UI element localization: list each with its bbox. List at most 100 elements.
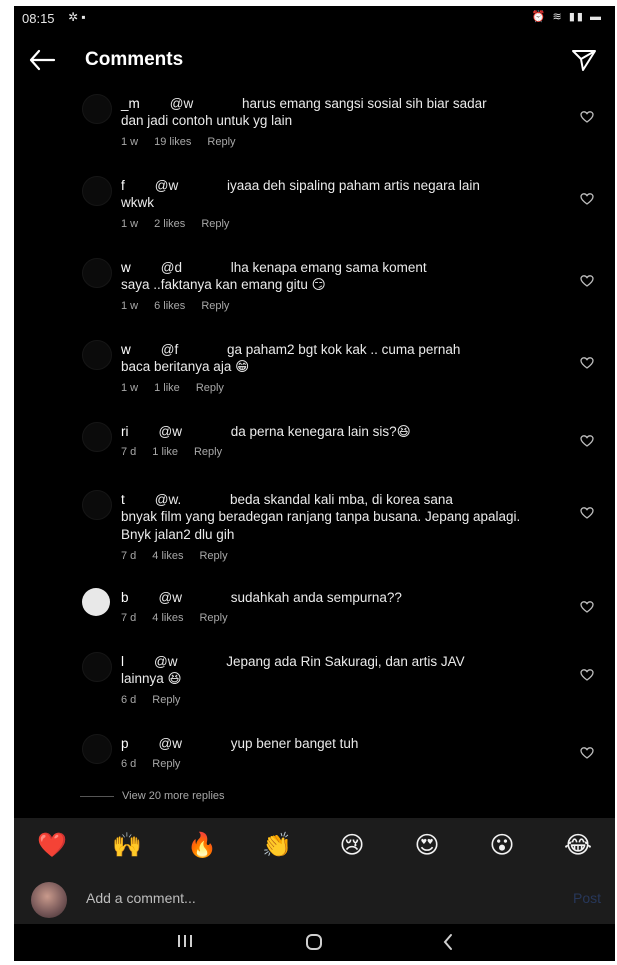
avatar[interactable] bbox=[82, 340, 112, 370]
comment-mention[interactable]: @f bbox=[161, 342, 178, 357]
comment-text: ri @w da perna kenegara lain sis?😆 bbox=[121, 423, 566, 440]
comment-username[interactable]: ri bbox=[121, 424, 129, 439]
avatar[interactable] bbox=[82, 490, 112, 520]
avatar[interactable] bbox=[82, 652, 112, 682]
back-arrow-icon[interactable] bbox=[28, 48, 56, 72]
comment-body: yup bener banget tuh bbox=[230, 736, 359, 751]
comment-mention[interactable]: @w. bbox=[155, 492, 181, 507]
reply-button[interactable]: Reply bbox=[152, 694, 180, 706]
comment-likes[interactable]: 4 likes bbox=[152, 612, 183, 624]
comment-likes[interactable]: 19 likes bbox=[154, 136, 191, 148]
like-heart-icon[interactable] bbox=[580, 668, 594, 682]
reply-button[interactable]: Reply bbox=[199, 550, 227, 562]
comment-meta: 1 w 1 like Reply bbox=[121, 382, 240, 394]
comment-input[interactable]: Add a comment... bbox=[86, 890, 196, 906]
avatar[interactable] bbox=[82, 588, 110, 616]
comment-body: Jepang ada Rin Sakuragi, dan artis JAV bbox=[226, 654, 465, 669]
comment-time: 7 d bbox=[121, 550, 137, 562]
comment-likes[interactable]: 1 like bbox=[154, 382, 180, 394]
comment-likes[interactable]: 2 likes bbox=[154, 218, 185, 230]
avatar[interactable] bbox=[82, 94, 112, 124]
comment-mention[interactable]: @d bbox=[161, 260, 182, 275]
avatar[interactable] bbox=[82, 258, 112, 288]
comment-username[interactable]: w bbox=[121, 260, 131, 275]
like-heart-icon[interactable] bbox=[580, 746, 594, 760]
comment-text: _m @w harus emang sangsi sosial sih biar… bbox=[121, 95, 566, 112]
comment-text: p @w yup bener banget tuh bbox=[121, 735, 566, 752]
reply-button[interactable]: Reply bbox=[201, 218, 229, 230]
reaction-emoji[interactable]: 😍 bbox=[409, 832, 445, 860]
comment-likes[interactable]: 4 likes bbox=[152, 550, 183, 562]
comment-mention[interactable]: @w bbox=[159, 590, 182, 605]
like-heart-icon[interactable] bbox=[580, 274, 594, 288]
comment-meta: 1 w 19 likes Reply bbox=[121, 136, 252, 148]
phone-screen: 08:15 ✲ ▪ ⏰ ≋ ▮▮ ▬ Comments _m @w harus … bbox=[14, 6, 615, 961]
like-heart-icon[interactable] bbox=[580, 192, 594, 206]
comment-meta: 1 w 2 likes Reply bbox=[121, 218, 245, 230]
comment-meta: 7 d 4 likes Reply bbox=[121, 550, 244, 562]
comment-meta: 7 d 4 likes Reply bbox=[121, 612, 244, 624]
reaction-emoji[interactable]: 😮 bbox=[484, 832, 520, 860]
comment-username[interactable]: b bbox=[121, 590, 129, 605]
notification-icons: ✲ ▪ bbox=[68, 10, 86, 24]
comment-username[interactable]: _m bbox=[121, 96, 140, 111]
comment-username[interactable]: w bbox=[121, 342, 131, 357]
reaction-emoji[interactable]: ❤️ bbox=[34, 832, 70, 860]
comment-time: 1 w bbox=[121, 300, 139, 312]
comment-likes[interactable]: 1 like bbox=[152, 446, 178, 458]
like-heart-icon[interactable] bbox=[580, 356, 594, 370]
comment-body-continued: lainnya 😆 bbox=[121, 671, 182, 686]
reaction-emoji[interactable]: 😂 bbox=[560, 832, 596, 860]
comment-time: 6 d bbox=[121, 694, 137, 706]
comment-body-continued: dan jadi contoh untuk yg lain bbox=[121, 113, 293, 128]
comment-meta: 6 d Reply bbox=[121, 694, 196, 706]
avatar[interactable] bbox=[82, 734, 112, 764]
reaction-emoji[interactable]: 🙌 bbox=[109, 832, 145, 860]
comment-mention[interactable]: @w bbox=[159, 736, 182, 751]
reply-button[interactable]: Reply bbox=[196, 382, 224, 394]
comment-text: f @w iyaaa deh sipaling paham artis nega… bbox=[121, 177, 566, 194]
comment-meta: 7 d 1 like Reply bbox=[121, 446, 238, 458]
comment-time: 6 d bbox=[121, 758, 137, 770]
avatar[interactable] bbox=[82, 176, 112, 206]
comment-time: 7 d bbox=[121, 446, 137, 458]
comment-text: l @w Jepang ada Rin Sakuragi, dan artis … bbox=[121, 653, 566, 670]
like-heart-icon[interactable] bbox=[580, 600, 594, 614]
comment-mention[interactable]: @w bbox=[155, 178, 178, 193]
reply-button[interactable]: Reply bbox=[152, 758, 180, 770]
comment-mention[interactable]: @w bbox=[170, 96, 193, 111]
comment-likes[interactable]: 6 likes bbox=[154, 300, 185, 312]
reaction-emoji[interactable]: 😢 bbox=[334, 832, 370, 860]
comment-time: 1 w bbox=[121, 382, 139, 394]
like-heart-icon[interactable] bbox=[580, 506, 594, 520]
reply-button[interactable]: Reply bbox=[199, 612, 227, 624]
quick-reaction-bar: ❤️ 🙌 🔥 👏 😢 😍 😮 😂 bbox=[14, 818, 615, 876]
status-bar: 08:15 ✲ ▪ ⏰ ≋ ▮▮ ▬ bbox=[14, 6, 615, 32]
like-heart-icon[interactable] bbox=[580, 110, 594, 124]
post-button[interactable]: Post bbox=[573, 890, 601, 906]
status-time: 08:15 bbox=[22, 11, 55, 26]
reaction-emoji[interactable]: 🔥 bbox=[184, 832, 220, 860]
avatar[interactable] bbox=[82, 422, 112, 452]
view-more-replies[interactable]: View 20 more replies bbox=[80, 790, 225, 802]
reaction-emoji[interactable]: 👏 bbox=[259, 832, 295, 860]
reply-button[interactable]: Reply bbox=[201, 300, 229, 312]
avatar bbox=[31, 882, 67, 918]
recent-apps-icon[interactable] bbox=[176, 932, 194, 950]
nav-back-icon[interactable] bbox=[440, 932, 456, 952]
view-more-replies-label: View 20 more replies bbox=[122, 790, 225, 802]
send-icon[interactable] bbox=[571, 48, 597, 72]
comment-mention[interactable]: @w bbox=[154, 654, 177, 669]
reply-button[interactable]: Reply bbox=[194, 446, 222, 458]
home-icon[interactable] bbox=[304, 932, 324, 952]
like-heart-icon[interactable] bbox=[580, 434, 594, 448]
comment-username[interactable]: p bbox=[121, 736, 129, 751]
comment-body-continued: bnyak film yang beradegan ranjang tanpa … bbox=[121, 509, 521, 524]
comment-mention[interactable]: @w bbox=[159, 424, 182, 439]
divider-line bbox=[80, 795, 114, 797]
comment-time: 1 w bbox=[121, 218, 139, 230]
comment-time: 7 d bbox=[121, 612, 137, 624]
reply-button[interactable]: Reply bbox=[207, 136, 235, 148]
comment-text: w @f ga paham2 bgt kok kak .. cuma perna… bbox=[121, 341, 566, 358]
comment-body-continued: wkwk bbox=[121, 195, 154, 210]
